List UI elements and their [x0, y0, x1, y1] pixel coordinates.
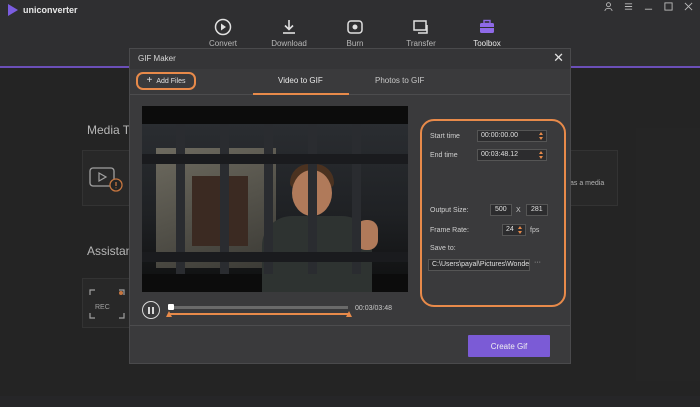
nav-label: Convert	[208, 39, 237, 48]
nav-download[interactable]: Download	[256, 18, 322, 48]
maximize-icon[interactable]	[662, 2, 674, 14]
output-width-field[interactable]: 500	[490, 204, 512, 216]
frame-rate-field[interactable]: 24	[502, 224, 526, 236]
tab-photos-to-gif[interactable]: Photos to GIF	[375, 76, 424, 85]
frame-rate-spinner[interactable]	[518, 226, 523, 234]
trim-start-handle[interactable]	[166, 311, 172, 317]
add-files-button[interactable]: + Add Files	[136, 72, 196, 90]
create-gif-button[interactable]: Create Gif	[468, 335, 550, 357]
frame-rate-label: Frame Rate:	[430, 227, 469, 234]
end-time-label: End time	[430, 152, 458, 159]
nav-label: Burn	[346, 39, 364, 48]
add-files-label: Add Files	[156, 77, 186, 85]
video-preview[interactable]	[142, 106, 408, 292]
dialog-tabbar: + Add Files Video to GIF Photos to GIF	[130, 69, 570, 95]
app-footer	[0, 396, 700, 407]
playhead-handle[interactable]	[168, 304, 174, 310]
dialog-titlebar: GIF Maker ✕	[130, 49, 570, 69]
trim-end-handle[interactable]	[346, 311, 352, 317]
save-to-label: Save to:	[430, 245, 456, 252]
pause-button[interactable]	[142, 301, 160, 319]
nav-transfer[interactable]: Transfer	[388, 18, 454, 48]
nav-toolbox[interactable]: Toolbox	[454, 18, 520, 48]
burn-icon	[346, 18, 364, 36]
app-name: uniconverter	[23, 5, 78, 15]
video-frame	[142, 124, 408, 292]
download-icon	[280, 18, 298, 36]
fps-unit: fps	[530, 227, 540, 234]
plus-icon: +	[146, 75, 153, 86]
close-dialog-icon[interactable]: ✕	[553, 51, 564, 65]
pause-icon	[148, 306, 150, 314]
trim-range[interactable]	[168, 313, 350, 315]
window-controls	[602, 2, 694, 14]
dialog-divider	[130, 325, 570, 326]
playback-timeline[interactable]	[168, 306, 348, 309]
app-logo: uniconverter	[8, 4, 78, 16]
start-time-field[interactable]: 00:00:00.00	[477, 130, 547, 142]
nav-label: Transfer	[406, 39, 436, 48]
user-icon[interactable]	[602, 2, 614, 14]
save-path-field[interactable]: C:\Users\payal\Pictures\Wonde	[428, 259, 530, 271]
output-size-label: Output Size:	[430, 207, 469, 214]
gif-maker-dialog: GIF Maker ✕ + Add Files Video to GIF Pho…	[129, 48, 571, 364]
browse-folder-button[interactable]: ···	[534, 259, 541, 266]
end-time-field[interactable]: 00:03:48.12	[477, 149, 547, 161]
logo-icon	[8, 4, 18, 16]
nav-convert[interactable]: Convert	[190, 18, 256, 48]
toolbox-icon	[478, 18, 496, 36]
nav-label: Download	[271, 39, 307, 48]
dialog-title: GIF Maker	[138, 54, 176, 63]
output-height-field[interactable]: 281	[526, 204, 548, 216]
convert-icon	[214, 18, 232, 36]
transfer-icon	[412, 18, 430, 36]
start-time-label: Start time	[430, 133, 460, 140]
playback-time: 00:03/03:48	[355, 305, 392, 312]
close-window-icon[interactable]	[682, 2, 694, 14]
active-tab-indicator	[253, 93, 349, 95]
size-separator: X	[516, 207, 521, 214]
menu-icon[interactable]	[622, 2, 634, 14]
tab-video-to-gif[interactable]: Video to GIF	[278, 76, 323, 85]
nav-burn[interactable]: Burn	[322, 18, 388, 48]
end-time-spinner[interactable]	[539, 151, 544, 159]
main-nav: Convert Download Burn Transfer Toolbox	[190, 18, 520, 48]
minimize-icon[interactable]	[642, 2, 654, 14]
start-time-spinner[interactable]	[539, 132, 544, 140]
nav-label: Toolbox	[473, 39, 501, 48]
gif-settings-panel: Start time 00:00:00.00 End time 00:03:48…	[420, 119, 566, 307]
